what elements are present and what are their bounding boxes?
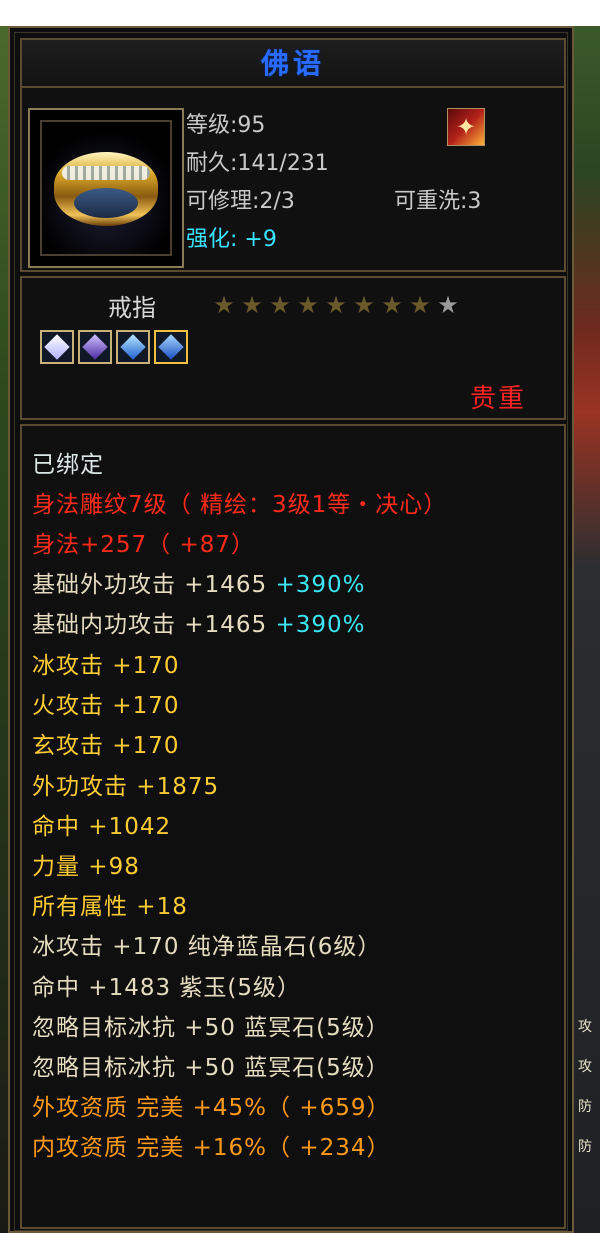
gem-slots bbox=[40, 330, 192, 368]
star-rating: ★ ★ ★ ★ ★ ★ ★ ★ ★ bbox=[210, 290, 462, 320]
bound-status: 已绑定 bbox=[32, 452, 104, 478]
purple-crystal-gem-icon bbox=[78, 330, 112, 364]
base-ext-attack-attr: 基础外功攻击 +1465 +390% bbox=[32, 572, 366, 598]
ext-attack-attr: 外功攻击 +1875 bbox=[32, 774, 220, 800]
blue-crystal-gem-icon bbox=[154, 330, 188, 364]
star-filled-icon: ★ bbox=[297, 291, 319, 319]
item-type: 戒指 bbox=[108, 294, 156, 322]
blue-crystal-gem-icon bbox=[116, 330, 150, 364]
mystic-attack-attr: 玄攻击 +170 bbox=[32, 733, 180, 759]
base-ext-attack-pct: +390% bbox=[275, 572, 366, 598]
rarity-label: 贵重 bbox=[470, 384, 527, 414]
background-scene-right bbox=[572, 26, 600, 1233]
background-text: 防 bbox=[578, 1099, 592, 1115]
item-name: 佛语 bbox=[260, 47, 325, 80]
base-int-attack-attr: 基础内功攻击 +1465 +390% bbox=[32, 612, 366, 638]
gem-attr-1: 冰攻击 +170 纯净蓝晶石(6级） bbox=[32, 934, 382, 960]
gem-attr-4: 忽略目标冰抗 +50 蓝冥石(5级） bbox=[32, 1055, 390, 1081]
gem-attr-2: 命中 +1483 紫玉(5级） bbox=[32, 975, 302, 1001]
item-level: 等级:95 bbox=[186, 113, 266, 138]
star-filled-icon: ★ bbox=[409, 291, 431, 319]
white-crystal-gem-icon bbox=[40, 330, 74, 364]
item-durability: 耐久:141/231 bbox=[186, 151, 329, 176]
background-text: 攻 bbox=[578, 1019, 592, 1035]
item-repairable: 可修理:2/3 bbox=[186, 189, 295, 214]
enhance-label: 强化: bbox=[186, 227, 238, 252]
base-int-attack-pct: +390% bbox=[275, 612, 366, 638]
star-filled-icon: ★ bbox=[325, 291, 347, 319]
fire-attack-attr: 火攻击 +170 bbox=[32, 693, 180, 719]
ext-quality-attr: 外攻资质 完美 +45%（ +659） bbox=[32, 1095, 391, 1121]
star-filled-icon: ★ bbox=[353, 291, 375, 319]
background-text: 攻 bbox=[578, 1059, 592, 1075]
int-quality-attr: 内攻资质 完美 +16%（ +234） bbox=[32, 1135, 391, 1161]
enhance-value: +9 bbox=[244, 227, 277, 252]
all-attr: 所有属性 +18 bbox=[32, 894, 188, 920]
hit-attr: 命中 +1042 bbox=[32, 814, 172, 840]
star-empty-icon: ★ bbox=[437, 291, 459, 319]
star-filled-icon: ★ bbox=[381, 291, 403, 319]
star-filled-icon: ★ bbox=[213, 291, 235, 319]
star-filled-icon: ★ bbox=[241, 291, 263, 319]
item-icon bbox=[28, 108, 184, 268]
ice-attack-attr: 冰攻击 +170 bbox=[32, 653, 180, 679]
item-title-bar: 佛语 bbox=[20, 38, 566, 90]
background-text: 防 bbox=[578, 1139, 592, 1155]
flame-icon: ✦ bbox=[447, 108, 485, 146]
item-rewashable: 可重洗:3 bbox=[394, 189, 482, 214]
agility-attr: 身法+257（ +87） bbox=[32, 532, 256, 558]
gem-attr-3: 忽略目标冰抗 +50 蓝冥石(5级） bbox=[32, 1015, 390, 1041]
star-filled-icon: ★ bbox=[269, 291, 291, 319]
item-enhance: 强化: +9 bbox=[186, 226, 277, 254]
strength-attr: 力量 +98 bbox=[32, 854, 140, 880]
ring-icon bbox=[40, 120, 172, 256]
engrave-attr: 身法雕纹7级（ 精绘：3级1等・决心） bbox=[32, 492, 448, 518]
